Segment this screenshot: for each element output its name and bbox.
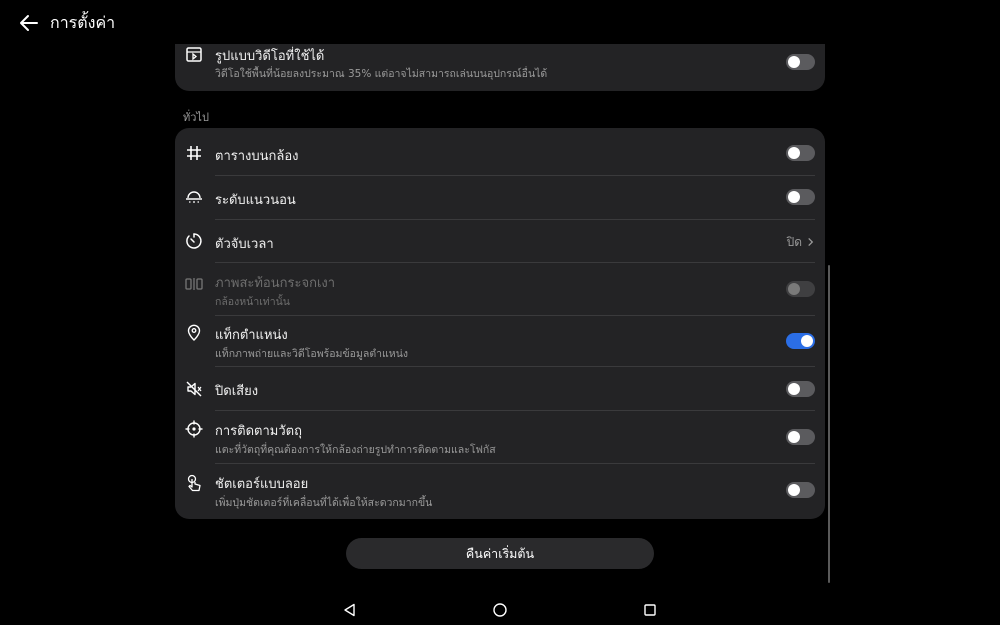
setting-label: แท็กตำแหน่ง: [215, 328, 288, 343]
setting-label: ชัตเตอร์แบบลอย: [215, 477, 309, 492]
top-bar: การตั้งค่า: [0, 0, 1000, 44]
grid-toggle[interactable]: [786, 145, 815, 161]
page-title: การตั้งค่า: [50, 13, 116, 32]
setting-timer[interactable]: ตัวจับเวลา ปิด: [175, 220, 825, 262]
tracking-icon: [184, 419, 204, 439]
setting-label: ระดับแนวนอน: [215, 193, 296, 208]
floating-shutter-toggle[interactable]: [786, 482, 815, 498]
setting-floating-shutter[interactable]: ชัตเตอร์แบบลอย เพิ่มปุ่มชัตเตอร์ที่เคลื่…: [175, 464, 825, 519]
floating-shutter-icon: [184, 473, 204, 493]
setting-label: การติดตามวัตถุ: [215, 424, 302, 439]
level-icon: [184, 188, 204, 208]
level-toggle[interactable]: [786, 189, 815, 205]
setting-description: วิดีโอใช้พื้นที่น้อยลงประมาณ 35% แต่อาจไ…: [215, 68, 548, 80]
setting-label: ตัวจับเวลา: [215, 237, 274, 252]
video-format-icon: [184, 45, 204, 65]
section-label-general: ทั่วไป: [183, 111, 209, 124]
setting-description: กล้องหน้าเท่านั้น: [215, 296, 290, 308]
setting-grid[interactable]: ตารางบนกล้อง: [175, 128, 825, 175]
system-nav-bar: [0, 595, 1000, 625]
timer-value[interactable]: ปิด: [787, 233, 815, 252]
nav-home-icon: [492, 602, 508, 618]
setting-description: แตะที่วัตถุที่คุณต้องการให้กล้องถ่ายรูปท…: [215, 444, 496, 456]
setting-object-tracking[interactable]: การติดตามวัตถุ แตะที่วัตถุที่คุณต้องการใ…: [175, 411, 825, 463]
mirror-icon: [184, 274, 204, 294]
mute-toggle[interactable]: [786, 381, 815, 397]
reset-defaults-button[interactable]: คืนค่าเริ่มต้น: [346, 538, 654, 569]
location-icon: [184, 322, 204, 342]
settings-card-video: รูปแบบวิดีโอที่ใช้ได้ วิดีโอใช้พื้นที่น้…: [175, 44, 825, 91]
setting-label: ตารางบนกล้อง: [215, 149, 299, 164]
setting-label: ภาพสะท้อนกระจกเงา: [215, 276, 336, 291]
setting-level[interactable]: ระดับแนวนอน: [175, 176, 825, 219]
timer-icon: [184, 231, 204, 251]
setting-video-format[interactable]: รูปแบบวิดีโอที่ใช้ได้ วิดีโอใช้พื้นที่น้…: [175, 44, 825, 91]
setting-location-tag[interactable]: แท็กตำแหน่ง แท็กภาพถ่ายและวิดีโอพร้อมข้อ…: [175, 316, 825, 366]
timer-value-text: ปิด: [786, 235, 802, 249]
setting-mute[interactable]: ปิดเสียง: [175, 367, 825, 410]
object-tracking-toggle[interactable]: [786, 429, 815, 445]
back-button[interactable]: [16, 10, 42, 36]
nav-recents-icon: [642, 602, 658, 618]
nav-home-button[interactable]: [492, 602, 508, 618]
nav-recents-button[interactable]: [642, 602, 658, 618]
setting-description: แท็กภาพถ่ายและวิดีโอพร้อมข้อมูลตำแหน่ง: [215, 348, 409, 360]
arrow-left-icon: [16, 15, 42, 40]
setting-description: เพิ่มปุ่มชัตเตอร์ที่เคลื่อนที่ได้เพื่อให…: [215, 497, 433, 509]
nav-back-button[interactable]: [342, 602, 358, 618]
nav-back-icon: [342, 602, 358, 618]
scrollbar[interactable]: [828, 265, 830, 583]
video-format-toggle[interactable]: [786, 54, 815, 70]
setting-label: ปิดเสียง: [215, 384, 259, 399]
grid-icon: [184, 143, 204, 163]
mirror-toggle: [786, 281, 815, 297]
setting-label: รูปแบบวิดีโอที่ใช้ได้: [215, 49, 325, 64]
chevron-right-icon: [806, 236, 815, 250]
mute-icon: [184, 379, 204, 399]
location-tag-toggle[interactable]: [786, 333, 815, 349]
setting-mirror: ภาพสะท้อนกระจกเงา กล้องหน้าเท่านั้น: [175, 263, 825, 315]
settings-card-general: ตารางบนกล้อง ระดับแนวนอน ตัวจับเวลา ปิด …: [175, 128, 825, 519]
